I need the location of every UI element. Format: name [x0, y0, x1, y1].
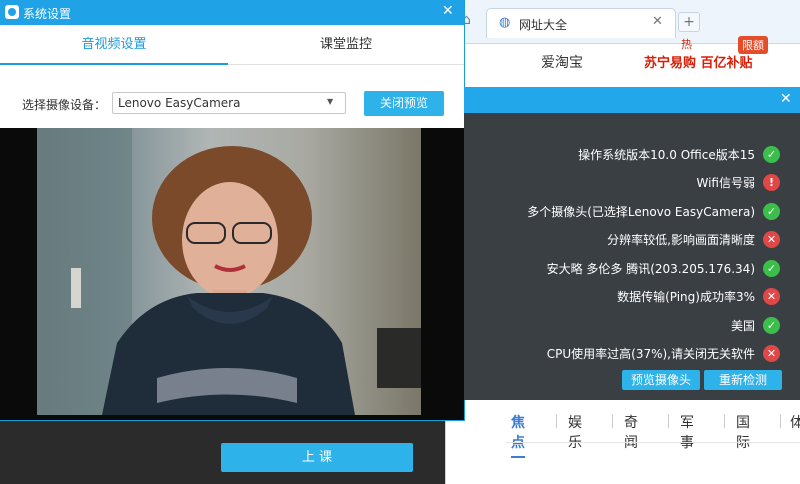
chevron-down-icon: ▼ [327, 97, 334, 106]
divider [506, 442, 800, 443]
browser-tab[interactable]: ◍ 网址大全 ✕ [486, 8, 676, 38]
app-logo-icon [5, 5, 19, 19]
news-tab-more[interactable]: 体 [790, 412, 800, 432]
check-icon: ✓ [763, 316, 780, 334]
check-row-label: 数据传输(Ping)成功率3% [617, 289, 755, 304]
check-icon: ✓ [763, 202, 780, 220]
check-row-os: 操作系统版本10.0 Office版本15 ✓ [578, 145, 780, 163]
divider [556, 414, 557, 428]
camera-select[interactable]: Lenovo EasyCamera ▼ [112, 92, 346, 114]
close-preview-button[interactable]: 关闭预览 [364, 91, 444, 116]
browser-tab-title: 网址大全 [519, 18, 568, 32]
check-panel-titlebar: ✕ [464, 87, 800, 113]
divider [668, 414, 669, 428]
check-row-ping: 数据传输(Ping)成功率3% ✕ [617, 287, 780, 305]
news-tab-focus[interactable]: 焦点 [511, 412, 525, 458]
check-row-wifi: Wifi信号弱 ! [696, 173, 780, 191]
check-row-label: 多个摄像头(已选择Lenovo EasyCamera) [527, 204, 755, 219]
check-row-resolution: 分辨率较低,影响画面清晰度 ✕ [607, 230, 780, 248]
cross-icon: ✕ [763, 230, 780, 248]
camera-select-label: 选择摄像设备： [22, 98, 107, 112]
check-row-region: 美国 ✓ [731, 316, 780, 334]
link-taobao[interactable]: 爱淘宝 [541, 52, 583, 72]
settings-dialog: 系统设置 ✕ 音视频设置 课堂监控 选择摄像设备： Lenovo EasyCam… [0, 0, 464, 420]
close-icon[interactable]: ✕ [780, 91, 792, 107]
environment-check-panel: ✕ 操作系统版本10.0 Office版本15 ✓ Wifi信号弱 ! 多个摄像… [464, 87, 800, 400]
divider [612, 414, 613, 428]
check-row-label: 美国 [730, 318, 755, 333]
check-icon: ✓ [763, 145, 780, 163]
divider [724, 414, 725, 428]
person-image [37, 128, 421, 415]
divider [780, 414, 781, 428]
camera-select-value: Lenovo EasyCamera [118, 96, 241, 110]
news-tab-odd[interactable]: 奇闻 [624, 412, 638, 452]
globe-icon: ◍ [499, 15, 511, 30]
check-row-network: 安大略 多伦多 腾讯(203.205.176.34) ✓ [547, 259, 780, 277]
dialog-title: 系统设置 [23, 7, 72, 21]
news-tab-world[interactable]: 国际 [736, 412, 750, 452]
news-tab-military[interactable]: 军事 [680, 412, 694, 452]
cross-icon: ✕ [763, 344, 780, 362]
start-class-button[interactable]: 上 课 [221, 443, 413, 472]
limit-badge: 限额 [738, 36, 768, 54]
tab-av-settings[interactable]: 音视频设置 [0, 25, 228, 65]
news-tab-ent[interactable]: 娱乐 [568, 412, 582, 452]
preview-camera-button[interactable]: 预览摄像头 [622, 370, 700, 390]
check-row-label: 安大略 多伦多 腾讯(203.205.176.34) [546, 261, 755, 276]
dialog-titlebar: 系统设置 ✕ [0, 0, 464, 25]
new-tab-button[interactable]: + [678, 12, 700, 32]
check-row-label: 操作系统版本10.0 Office版本15 [578, 147, 755, 162]
video-feed [37, 128, 421, 415]
exclamation-icon: ! [763, 173, 780, 191]
close-icon[interactable]: ✕ [442, 3, 454, 19]
check-row-label: Wifi信号弱 [696, 175, 756, 190]
check-row-cpu: CPU使用率过高(37%),请关闭无关软件 ✕ [547, 344, 780, 362]
hot-label: 热 [681, 38, 692, 51]
link-suning[interactable]: 苏宁易购 百亿补贴 [644, 52, 753, 71]
retest-button[interactable]: 重新检测 [704, 370, 782, 390]
check-row-label: 分辨率较低,影响画面清晰度 [607, 232, 755, 247]
camera-preview [0, 128, 464, 420]
check-row-label: CPU使用率过高(37%),请关闭无关软件 [546, 346, 755, 361]
cross-icon: ✕ [763, 287, 780, 305]
tab-class-monitor[interactable]: 课堂监控 [228, 25, 464, 65]
check-icon: ✓ [763, 259, 780, 277]
check-row-camera: 多个摄像头(已选择Lenovo EasyCamera) ✓ [527, 202, 780, 220]
close-icon[interactable]: ✕ [652, 14, 663, 29]
